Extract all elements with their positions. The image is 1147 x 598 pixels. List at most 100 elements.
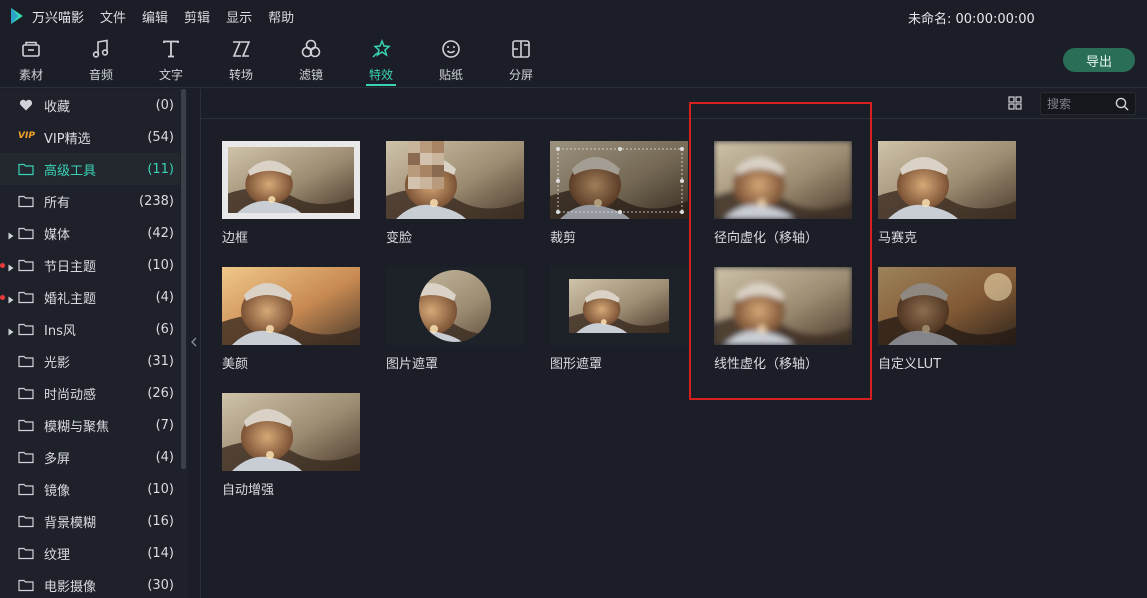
- effect-thumbnail[interactable]: [386, 267, 524, 345]
- sidebar-item-label: 多屏: [44, 451, 71, 467]
- sidebar-item-count: (14): [147, 545, 174, 561]
- effect-card[interactable]: 自动增强: [222, 393, 362, 501]
- folder-icon: [18, 258, 34, 272]
- sidebar-item[interactable]: 收藏 (0): [0, 89, 180, 121]
- content-header: [201, 89, 1147, 119]
- expand-arrow-icon[interactable]: [8, 325, 14, 336]
- tab-label: 分屏: [508, 68, 533, 82]
- folder-icon: [18, 162, 34, 176]
- menu-file[interactable]: 文件: [100, 7, 126, 26]
- effect-card[interactable]: 美颜: [222, 267, 362, 375]
- effect-card[interactable]: 自定义LUT: [878, 267, 1018, 375]
- effect-thumbnail[interactable]: [714, 141, 852, 219]
- menu-view[interactable]: 显示: [226, 7, 252, 26]
- effect-card[interactable]: 图形遮罩: [550, 267, 690, 375]
- effect-thumbnail[interactable]: [222, 267, 360, 345]
- effect-label: 图片遮罩: [386, 357, 439, 372]
- sidebar-item[interactable]: 多屏 (4): [0, 441, 180, 473]
- effect-card[interactable]: 线性虚化（移轴）: [714, 267, 854, 375]
- split-screen-icon: [510, 38, 532, 60]
- sidebar-item-label: 纹理: [44, 547, 71, 563]
- sidebar-item[interactable]: Ins风 (6): [0, 313, 180, 345]
- effect-thumbnail[interactable]: [222, 141, 360, 219]
- folder-icon: [18, 290, 34, 304]
- sidebar-item[interactable]: 婚礼主题 (4): [0, 281, 180, 313]
- grid-view-icon[interactable]: [1008, 96, 1022, 110]
- sidebar-item[interactable]: 光影 (31): [0, 345, 180, 377]
- effect-thumbnail[interactable]: [550, 141, 688, 219]
- effect-card[interactable]: 图片遮罩: [386, 267, 526, 375]
- effect-label: 线性虚化（移轴）: [714, 357, 819, 372]
- tab-split-screen[interactable]: 分屏: [496, 36, 546, 86]
- effect-thumbnail[interactable]: [386, 141, 524, 219]
- tab-text[interactable]: 文字: [146, 36, 196, 86]
- sidebar-item[interactable]: 模糊与聚焦 (7): [0, 409, 180, 441]
- folder-icon: [18, 226, 34, 240]
- export-button[interactable]: 导出: [1063, 48, 1135, 72]
- folder-icon: [18, 418, 34, 432]
- effect-card[interactable]: 马赛克: [878, 141, 1018, 249]
- menu-edit[interactable]: 编辑: [142, 7, 168, 26]
- sidebar-item[interactable]: 电影摄像 (30): [0, 569, 180, 598]
- search-icon[interactable]: [1115, 97, 1129, 111]
- effect-label: 自定义LUT: [878, 357, 942, 372]
- effect-thumbnail[interactable]: [878, 141, 1016, 219]
- effect-thumbnail[interactable]: [878, 267, 1016, 345]
- menu-bar: 万兴喵影 文件 编辑 剪辑 显示 帮助 未命名: 00:00:00:00: [0, 0, 1147, 32]
- expand-arrow-icon[interactable]: [8, 293, 14, 304]
- folder-icon: [18, 450, 34, 464]
- sidebar-item-count: (26): [147, 385, 174, 401]
- tab-effects[interactable]: 特效: [356, 36, 406, 86]
- effect-thumbnail[interactable]: [550, 267, 688, 345]
- tab-label: 滤镜: [298, 68, 323, 82]
- sidebar-item-count: (6): [155, 321, 174, 337]
- folder-icon: [18, 354, 34, 368]
- effect-card[interactable]: 裁剪: [550, 141, 690, 249]
- folder-icon: [18, 546, 34, 560]
- effect-card[interactable]: 边框: [222, 141, 362, 249]
- transition-icon: [230, 38, 252, 60]
- sidebar-item[interactable]: 时尚动感 (26): [0, 377, 180, 409]
- sidebar-scrollbar[interactable]: [181, 89, 186, 469]
- folder-icon: [18, 322, 34, 336]
- menu-help[interactable]: 帮助: [268, 7, 294, 26]
- sidebar-item-count: (54): [147, 129, 174, 145]
- effect-thumbnail[interactable]: [714, 267, 852, 345]
- folder-icon: [18, 482, 34, 496]
- expand-arrow-icon[interactable]: [8, 229, 14, 240]
- expand-arrow-icon[interactable]: [8, 261, 14, 272]
- sticker-face-icon: [440, 38, 462, 60]
- sidebar-item-label: 收藏: [44, 99, 71, 115]
- sidebar-item-count: (31): [147, 353, 174, 369]
- tab-media[interactable]: 素材: [6, 36, 56, 86]
- sidebar-item-count: (10): [147, 481, 174, 497]
- tab-audio[interactable]: 音频: [76, 36, 126, 86]
- collapse-left-icon[interactable]: [190, 336, 198, 347]
- sidebar-item[interactable]: 节日主题 (10): [0, 249, 180, 281]
- tab-stickers[interactable]: 贴纸: [426, 36, 476, 86]
- sidebar-item[interactable]: 高级工具 (11): [0, 153, 180, 185]
- tab-transition[interactable]: 转场: [216, 36, 266, 86]
- effect-label: 自动增强: [222, 483, 275, 498]
- sidebar-item-label: 模糊与聚焦: [44, 419, 110, 435]
- effect-thumbnail[interactable]: [222, 393, 360, 471]
- app-title: 万兴喵影: [32, 10, 85, 26]
- folder-icon: [18, 578, 34, 592]
- effect-card[interactable]: 变脸: [386, 141, 526, 249]
- tab-filter[interactable]: 滤镜: [286, 36, 336, 86]
- sidebar-item[interactable]: 纹理 (14): [0, 537, 180, 569]
- search-input[interactable]: [1047, 95, 1113, 113]
- sidebar-item[interactable]: 镜像 (10): [0, 473, 180, 505]
- sidebar-item[interactable]: 媒体 (42): [0, 217, 180, 249]
- effect-card[interactable]: 径向虚化（移轴）: [714, 141, 854, 249]
- tab-label: 贴纸: [438, 68, 463, 82]
- menu-clip[interactable]: 剪辑: [184, 7, 210, 26]
- sidebar-item[interactable]: 背景模糊 (16): [0, 505, 180, 537]
- sidebar-item[interactable]: 所有 (238): [0, 185, 180, 217]
- sidebar-item[interactable]: VIP VIP精选 (54): [0, 121, 180, 153]
- folder-icon: [18, 514, 34, 528]
- sidebar-item-count: (4): [155, 289, 174, 305]
- panel-divider[interactable]: [200, 89, 201, 598]
- tab-label: 素材: [18, 68, 43, 82]
- tab-label: 转场: [228, 68, 253, 82]
